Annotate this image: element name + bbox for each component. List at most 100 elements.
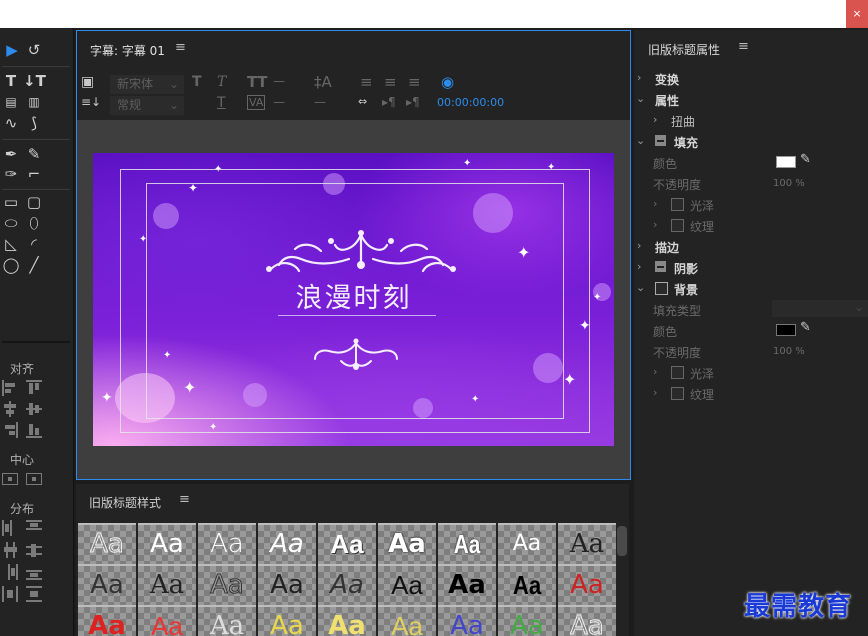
- style-swatch[interactable]: Aa: [318, 605, 376, 636]
- distribute-right-icon[interactable]: [2, 564, 18, 580]
- rectangle-tool-icon[interactable]: ▭: [0, 192, 22, 212]
- vertical-type-tool-icon[interactable]: ↓T: [23, 71, 46, 91]
- fill-checkbox[interactable]: [655, 135, 666, 146]
- style-swatch[interactable]: Aa: [378, 564, 436, 605]
- center-vertical-icon[interactable]: [26, 471, 42, 487]
- chevron-down-icon[interactable]: ⌄: [636, 92, 645, 105]
- pen-tool-icon[interactable]: ✒: [0, 144, 22, 164]
- rounded-rectangle-tool-icon[interactable]: ▢: [23, 192, 45, 212]
- stroke-section[interactable]: 描边: [655, 239, 679, 256]
- style-swatch[interactable]: Aa: [198, 605, 256, 636]
- roll-crawl-options-icon[interactable]: ▣: [81, 74, 94, 90]
- shadow-checkbox[interactable]: [655, 261, 666, 272]
- styles-panel-menu-icon[interactable]: ≡: [179, 492, 190, 507]
- distribute-top-icon[interactable]: [26, 520, 42, 536]
- paragraph-left-icon[interactable]: ▸¶: [382, 95, 396, 109]
- properties-section[interactable]: 属性: [655, 92, 679, 109]
- area-type-tool-icon[interactable]: ▤: [0, 92, 22, 112]
- bg-color-swatch[interactable]: [776, 324, 796, 336]
- style-swatch[interactable]: Aa: [498, 523, 556, 564]
- chevron-down-icon[interactable]: ⌄: [636, 134, 645, 147]
- style-swatch[interactable]: Aa: [498, 605, 556, 636]
- style-swatch[interactable]: Aa: [78, 564, 136, 605]
- style-swatch[interactable]: Aa: [258, 605, 316, 636]
- chevron-right-icon[interactable]: ›: [653, 218, 657, 231]
- chevron-right-icon[interactable]: ›: [637, 239, 641, 252]
- timecode[interactable]: 00:00:00:00: [437, 96, 504, 109]
- style-swatch[interactable]: Aa: [318, 564, 376, 605]
- title-text[interactable]: 浪漫时刻: [93, 276, 614, 315]
- transform-section[interactable]: 变换: [655, 71, 679, 88]
- vertical-path-type-tool-icon[interactable]: ⟆: [23, 113, 45, 133]
- fill-opacity-value[interactable]: 100 %: [773, 178, 805, 189]
- distribute-left-icon[interactable]: [2, 520, 18, 536]
- style-swatch[interactable]: Aa: [78, 523, 136, 564]
- bg-texture-checkbox[interactable]: [671, 387, 684, 400]
- align-vertical-center-icon[interactable]: [26, 401, 42, 417]
- eyedropper-icon[interactable]: ✎: [800, 152, 811, 167]
- style-swatch[interactable]: Aa: [438, 605, 496, 636]
- shadow-section[interactable]: 阴影: [674, 260, 698, 277]
- style-swatch[interactable]: Aa: [558, 523, 616, 564]
- selection-tool-icon[interactable]: ▶: [1, 40, 23, 60]
- convert-anchor-tool-icon[interactable]: ⌐: [23, 164, 45, 184]
- add-anchor-tool-icon[interactable]: ✑: [0, 164, 22, 184]
- bg-opacity-value[interactable]: 100 %: [773, 346, 805, 357]
- style-swatch[interactable]: Aa: [438, 564, 496, 605]
- chevron-right-icon[interactable]: ›: [653, 365, 657, 378]
- style-swatch[interactable]: Aa: [198, 523, 256, 564]
- type-tool-icon[interactable]: T: [0, 71, 22, 91]
- vertical-area-type-tool-icon[interactable]: ▥: [23, 92, 45, 112]
- tab-stops-icon[interactable]: ≡↓: [81, 95, 101, 109]
- eyedropper-icon[interactable]: ✎: [800, 320, 811, 335]
- align-left-icon[interactable]: [2, 380, 18, 396]
- chevron-down-icon[interactable]: ⌄: [636, 281, 645, 294]
- bg-sheen-checkbox[interactable]: [671, 366, 684, 379]
- texture-checkbox[interactable]: [671, 219, 684, 232]
- title-panel-menu-icon[interactable]: ≡: [175, 40, 186, 55]
- chevron-right-icon[interactable]: ›: [637, 71, 641, 84]
- distribute-vertical-space-icon[interactable]: [26, 586, 42, 602]
- chevron-right-icon[interactable]: ›: [653, 113, 657, 126]
- kerning-value[interactable]: —: [273, 95, 285, 109]
- style-swatch[interactable]: Aa: [138, 605, 196, 636]
- distort-section[interactable]: 扭曲: [671, 113, 695, 130]
- show-background-video-icon[interactable]: ◉: [441, 73, 454, 91]
- style-swatch[interactable]: Aa: [378, 523, 436, 564]
- arc-tool-icon[interactable]: ◜: [23, 234, 45, 254]
- align-horizontal-center-icon[interactable]: [2, 401, 18, 417]
- align-center-text-icon[interactable]: ≡: [384, 73, 397, 91]
- style-swatch[interactable]: Aa: [258, 564, 316, 605]
- path-type-tool-icon[interactable]: ∿: [0, 113, 22, 133]
- font-family-dropdown[interactable]: 新宋体 ⌄: [110, 75, 184, 94]
- distribute-center-icon[interactable]: [2, 542, 18, 558]
- style-swatch[interactable]: Aa: [318, 523, 376, 564]
- wedge-tool-icon[interactable]: ◺: [0, 234, 22, 254]
- align-right-icon[interactable]: [2, 422, 18, 438]
- leading-value[interactable]: —: [314, 95, 326, 109]
- distribute-middle-icon[interactable]: [26, 542, 42, 558]
- delete-anchor-tool-icon[interactable]: ✎: [23, 144, 45, 164]
- style-swatch[interactable]: Aa: [558, 605, 616, 636]
- styles-scrollbar[interactable]: [617, 526, 627, 556]
- distribute-horizontal-space-icon[interactable]: [2, 586, 18, 602]
- align-top-icon[interactable]: [26, 380, 42, 396]
- font-style-dropdown[interactable]: 常规 ⌄: [110, 96, 184, 115]
- style-swatch[interactable]: Aa: [558, 564, 616, 605]
- clipped-corner-tool-icon[interactable]: ⬭: [0, 213, 22, 233]
- style-swatch[interactable]: Aa: [258, 523, 316, 564]
- italic-icon[interactable]: T: [217, 74, 226, 90]
- align-bottom-icon[interactable]: [26, 422, 42, 438]
- style-swatch[interactable]: Aa: [198, 564, 256, 605]
- background-checkbox[interactable]: [655, 282, 668, 295]
- style-swatch[interactable]: Aa: [498, 564, 556, 605]
- font-size-value[interactable]: —: [273, 74, 285, 88]
- style-swatch[interactable]: Aa: [138, 523, 196, 564]
- properties-panel-menu-icon[interactable]: ≡: [738, 39, 749, 54]
- video-frame[interactable]: ✦ ✦ ✦ ✦ ✦ ✦ ✦ ✦ ✦ ✦ ✦ ✦ ✦ ✦ 浪漫时刻: [93, 153, 614, 446]
- center-horizontal-icon[interactable]: [2, 471, 18, 487]
- rotation-tool-icon[interactable]: ↺: [23, 40, 45, 60]
- style-swatch[interactable]: Aa: [378, 605, 436, 636]
- sheen-checkbox[interactable]: [671, 198, 684, 211]
- align-left-text-icon[interactable]: ≡: [360, 73, 373, 91]
